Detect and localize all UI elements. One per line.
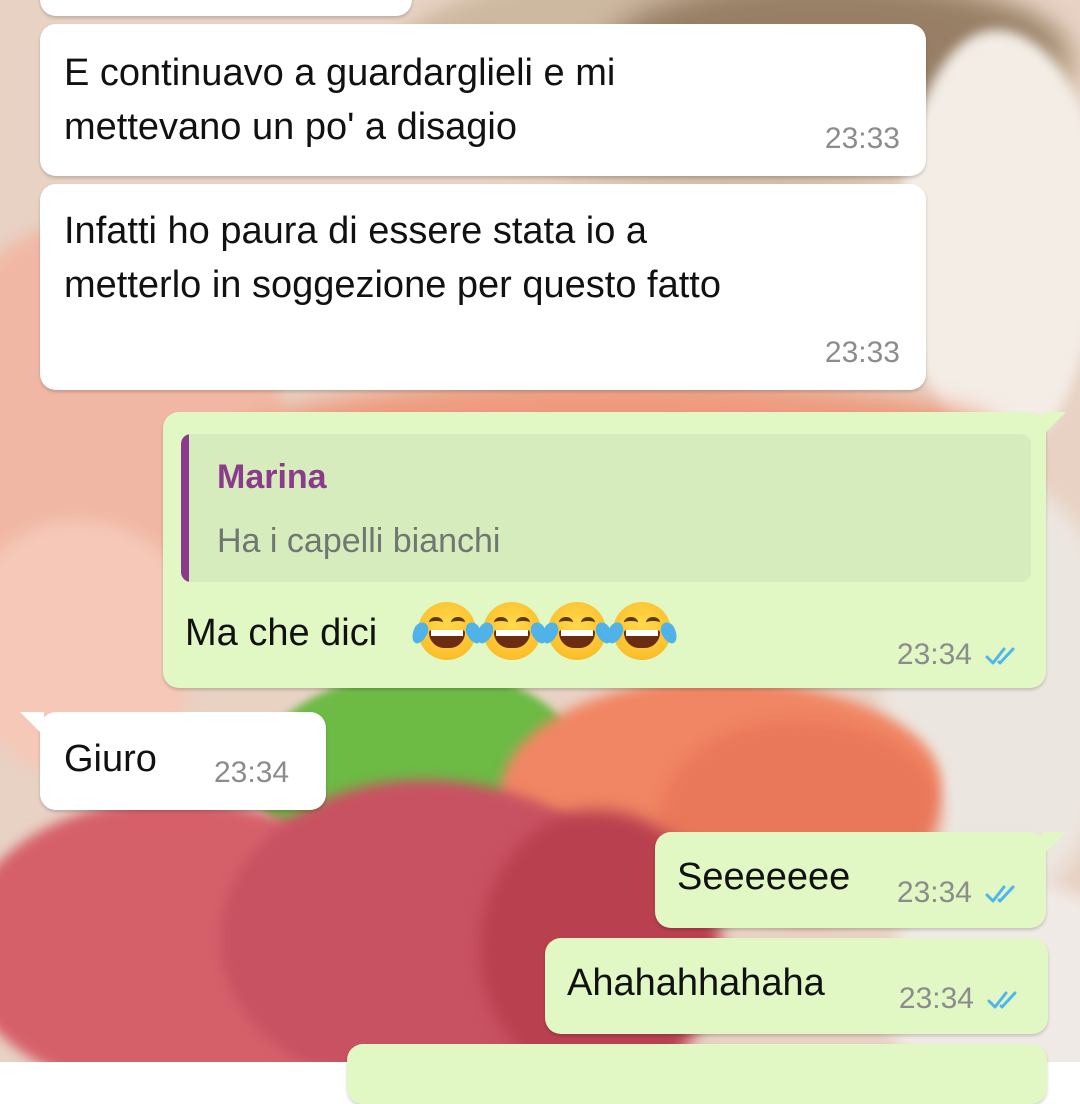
message-text: Seeeeeee bbox=[677, 856, 851, 898]
message-timestamp: 23:33 bbox=[824, 336, 900, 369]
message-bubble-incoming[interactable]: Giuro 23:34 bbox=[20, 712, 326, 810]
quote-text: Ha i capelli bianchi bbox=[217, 522, 501, 560]
message-text-line: mettevano un po' a disagio bbox=[64, 106, 518, 148]
message-text-line: E continuavo a guardarglieli e mi bbox=[64, 52, 616, 94]
emoji-group bbox=[409, 602, 680, 664]
bubble-tail bbox=[1042, 832, 1066, 856]
wallpaper-shape bbox=[900, 30, 1080, 450]
message-timestamp: 23:34 bbox=[214, 756, 290, 789]
message-text: Giuro bbox=[64, 738, 157, 780]
message-bubble-outgoing-partial[interactable] bbox=[347, 1044, 1047, 1104]
quoted-message[interactable]: Marina Ha i capelli bianchi bbox=[181, 434, 1031, 582]
quote-author: Marina bbox=[217, 458, 327, 496]
double-check-icon bbox=[987, 991, 1017, 1009]
double-check-icon bbox=[985, 647, 1015, 665]
message-timestamp: 23:34 bbox=[896, 876, 972, 909]
laughing-tears-emoji-icon bbox=[604, 602, 680, 660]
message-bubble-incoming-partial[interactable] bbox=[40, 0, 412, 16]
message-timestamp: 23:34 bbox=[896, 638, 972, 671]
double-check-icon bbox=[985, 885, 1015, 903]
laughing-tears-emoji-icon bbox=[474, 602, 550, 660]
message-timestamp: 23:33 bbox=[824, 122, 900, 155]
message-text-line: Infatti ho paura di essere stata io a bbox=[64, 210, 648, 252]
message-text: Ma che dici bbox=[185, 612, 378, 654]
bubble-tail bbox=[1042, 412, 1066, 436]
quote-accent-bar bbox=[181, 434, 189, 582]
message-bubble-outgoing[interactable]: Seeeeeee 23:34 bbox=[655, 832, 1066, 928]
message-bubble-outgoing-reply[interactable]: Marina Ha i capelli bianchi Ma che dici … bbox=[163, 412, 1066, 688]
laughing-tears-emoji-icon bbox=[409, 602, 485, 660]
message-timestamp: 23:34 bbox=[898, 982, 974, 1015]
message-bubble-incoming[interactable]: E continuavo a guardarglieli e mi mettev… bbox=[40, 24, 926, 176]
message-text: Ahahahhahaha bbox=[567, 962, 825, 1004]
laughing-tears-emoji-icon bbox=[539, 602, 615, 660]
message-text-line: metterlo in soggezione per questo fatto bbox=[64, 264, 721, 306]
bubble-tail bbox=[20, 712, 44, 736]
message-bubble-incoming[interactable]: Infatti ho paura di essere stata io a me… bbox=[40, 184, 926, 390]
message-bubble-outgoing[interactable]: Ahahahhahaha 23:34 bbox=[545, 938, 1048, 1034]
